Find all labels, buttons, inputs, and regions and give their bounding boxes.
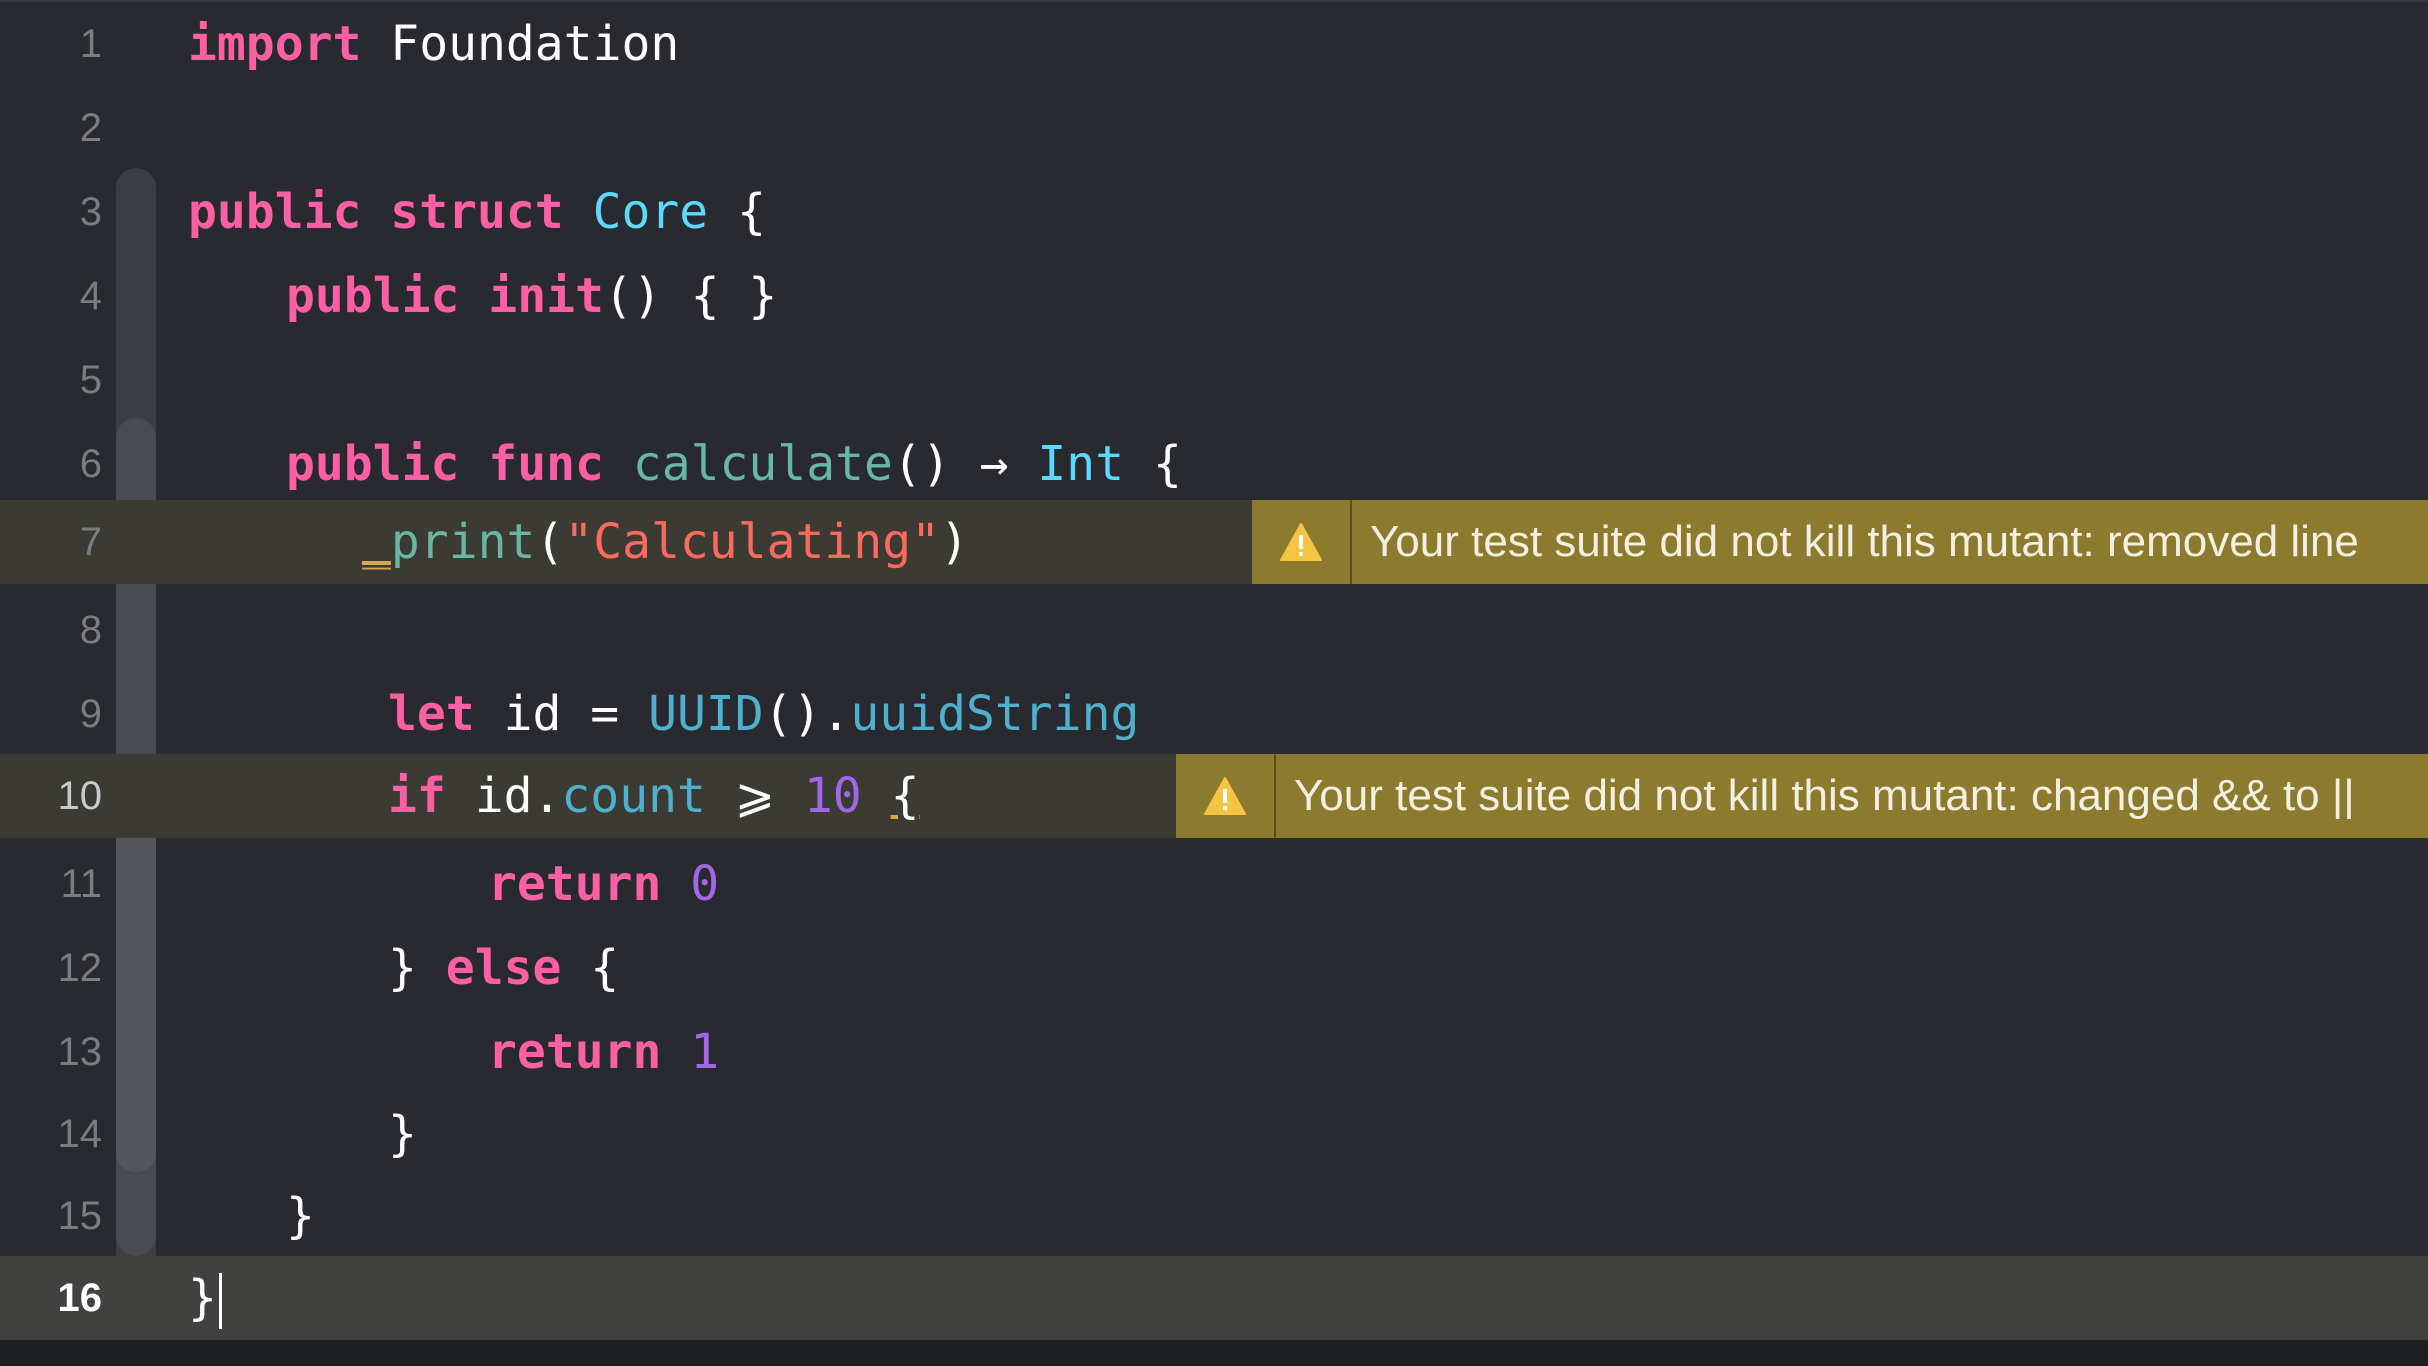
code-text[interactable]: return 0 (488, 842, 719, 926)
code-line-current[interactable]: 16 } (0, 1256, 2428, 1340)
line-number: 2 (79, 106, 102, 150)
code-line[interactable]: 5 (0, 338, 2428, 422)
code-editor[interactable]: 1 import Foundation 2 3 public struct Co… (0, 0, 2428, 1366)
line-number: 15 (57, 1194, 103, 1238)
line-number: 6 (79, 442, 102, 486)
code-text[interactable]: public func calculate() → Int { (286, 422, 1182, 506)
code-text[interactable]: return 1 (488, 1010, 719, 1094)
code-line-warning[interactable]: 7 _print("Calculating") Your test suite … (0, 500, 2428, 584)
code-text[interactable]: let id = UUID().uuidString (388, 672, 1139, 756)
code-line[interactable]: 4 public init() { } (0, 254, 2428, 338)
line-number: 4 (79, 274, 102, 318)
code-line[interactable]: 11 return 0 (0, 842, 2428, 926)
code-text[interactable]: import Foundation (188, 2, 679, 86)
code-line[interactable]: 9 let id = UUID().uuidString (0, 672, 2428, 756)
code-text[interactable]: if id.count ⩾ 10 { (388, 754, 920, 838)
code-line[interactable]: 3 public struct Core { (0, 170, 2428, 254)
code-text[interactable]: } (286, 1174, 315, 1258)
code-text[interactable]: } else { (388, 926, 619, 1010)
code-line[interactable]: 15 } (0, 1174, 2428, 1258)
code-line[interactable]: 13 return 1 (0, 1010, 2428, 1094)
code-text[interactable]: _print("Calculating") (362, 500, 969, 584)
code-text[interactable]: } (388, 1092, 417, 1176)
code-line[interactable]: 14 } (0, 1092, 2428, 1176)
line-number: 16 (57, 1276, 103, 1320)
text-cursor (218, 1273, 222, 1329)
code-line-warning[interactable]: 10 if id.count ⩾ 10 { Your test suite di… (0, 754, 2428, 838)
warning-icon[interactable] (1252, 500, 1352, 584)
line-number: 1 (79, 22, 102, 66)
code-text[interactable]: public struct Core { (188, 170, 766, 254)
warning-banner[interactable]: Your test suite did not kill this mutant… (1176, 754, 2428, 838)
warning-banner[interactable]: Your test suite did not kill this mutant… (1252, 500, 2428, 584)
line-number: 3 (79, 190, 102, 234)
code-line[interactable]: 6 public func calculate() → Int { (0, 422, 2428, 506)
code-line[interactable]: 8 (0, 588, 2428, 672)
code-line[interactable]: 2 (0, 86, 2428, 170)
warning-message: Your test suite did not kill this mutant… (1370, 517, 2359, 566)
line-number: 11 (60, 862, 102, 906)
line-number: 5 (79, 358, 102, 402)
line-number: 13 (57, 1030, 103, 1074)
code-text[interactable]: public init() { } (286, 254, 777, 338)
warning-message: Your test suite did not kill this mutant… (1294, 771, 2355, 820)
line-number: 7 (79, 520, 102, 564)
line-number: 9 (79, 692, 102, 736)
line-number: 14 (57, 1112, 103, 1156)
code-line[interactable]: 1 import Foundation (0, 2, 2428, 86)
line-number: 8 (79, 608, 102, 652)
warning-icon[interactable] (1176, 754, 1276, 838)
bottom-bar (0, 1340, 2428, 1366)
line-number: 12 (57, 946, 103, 990)
code-line[interactable]: 12 } else { (0, 926, 2428, 1010)
code-text[interactable]: } (188, 1256, 222, 1340)
line-number: 10 (57, 774, 103, 818)
